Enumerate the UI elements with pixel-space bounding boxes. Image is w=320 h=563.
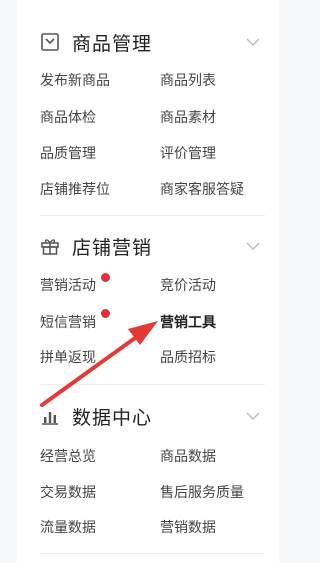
bar-chart-icon bbox=[40, 406, 60, 426]
menu-item-marketing-data[interactable]: 营销数据 bbox=[160, 517, 216, 537]
section-divider bbox=[40, 215, 265, 216]
section-header-data-center[interactable]: 数据中心 bbox=[40, 401, 265, 431]
chevron-down-icon[interactable] bbox=[245, 34, 261, 50]
menu-item-publish-product[interactable]: 发布新商品 bbox=[40, 70, 110, 90]
menu-item-aftersale-quality[interactable]: 售后服务质量 bbox=[160, 482, 244, 502]
menu-item-quality-management[interactable]: 品质管理 bbox=[40, 143, 96, 163]
section-header-store-marketing[interactable]: 店铺营销 bbox=[40, 231, 265, 261]
menu-item-product-list[interactable]: 商品列表 bbox=[160, 70, 216, 90]
section-title: 数据中心 bbox=[72, 406, 153, 429]
notification-dot bbox=[101, 309, 110, 318]
menu-item-product-check[interactable]: 商品体检 bbox=[40, 107, 96, 127]
menu-item-marketing-tools[interactable]: 营销工具 bbox=[160, 312, 216, 332]
menu-item-traffic-data[interactable]: 流量数据 bbox=[40, 517, 96, 537]
menu-item-marketing-activity[interactable]: 营销活动 bbox=[40, 275, 96, 295]
menu-item-customer-qa[interactable]: 商家客服答疑 bbox=[160, 179, 244, 199]
section-divider bbox=[40, 384, 265, 385]
menu-item-business-overview[interactable]: 经营总览 bbox=[40, 446, 96, 466]
gift-icon bbox=[40, 236, 60, 256]
menu-item-review-management[interactable]: 评价管理 bbox=[160, 143, 216, 163]
menu-item-group-cashback[interactable]: 拼单返现 bbox=[40, 347, 96, 367]
section-title: 店铺营销 bbox=[72, 236, 153, 259]
menu-item-sms-marketing[interactable]: 短信营销 bbox=[40, 312, 96, 332]
notification-dot bbox=[101, 273, 110, 282]
section-header-product-management[interactable]: 商品管理 bbox=[40, 27, 265, 57]
menu-item-product-data[interactable]: 商品数据 bbox=[160, 446, 216, 466]
menu-item-store-recommend[interactable]: 店铺推荐位 bbox=[40, 179, 110, 199]
chevron-down-icon[interactable] bbox=[245, 408, 261, 424]
section-divider bbox=[40, 553, 265, 554]
menu-item-transaction-data[interactable]: 交易数据 bbox=[40, 482, 96, 502]
section-title: 商品管理 bbox=[72, 32, 153, 55]
product-box-icon bbox=[40, 32, 60, 52]
menu-item-product-material[interactable]: 商品素材 bbox=[160, 107, 216, 127]
menu-item-quality-bidding[interactable]: 品质招标 bbox=[160, 347, 216, 367]
chevron-down-icon[interactable] bbox=[245, 238, 261, 254]
menu-item-bidding-activity[interactable]: 竞价活动 bbox=[160, 275, 216, 295]
